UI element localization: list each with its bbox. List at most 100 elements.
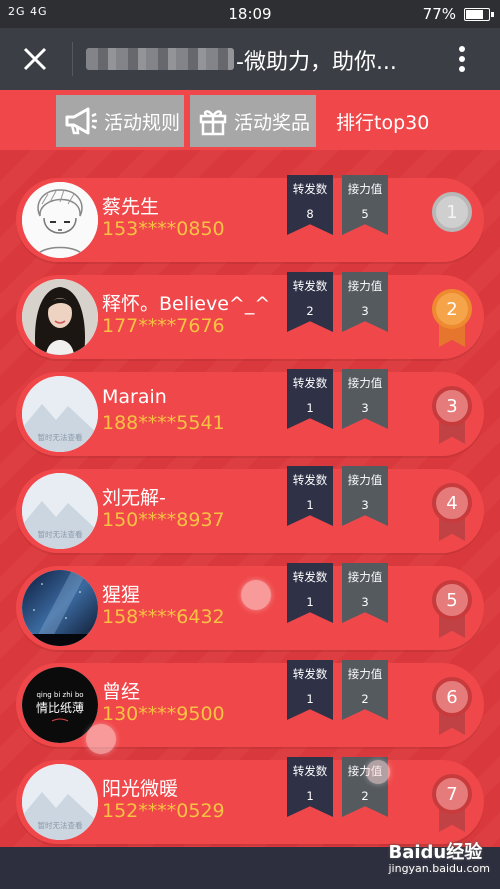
forward-label: 转发数 xyxy=(292,376,328,390)
user-name: 猩猩 xyxy=(102,584,141,606)
ranking-list: 蔡先生 153****0850 转发数 8 接力值 5 1 释怀。Believe… xyxy=(0,150,500,847)
status-bar: 2G 4G 18:09 77% xyxy=(0,0,500,28)
user-name: 释怀。Believe^_^ xyxy=(102,293,271,315)
avatar-placeholder-text: 暂时无法查看 xyxy=(38,820,83,830)
tab-ranking-label: 排行top30 xyxy=(336,111,430,134)
gift-icon xyxy=(199,110,227,136)
user-name: 蔡先生 xyxy=(102,196,160,218)
forward-count-badge: 转发数 1 xyxy=(287,757,333,817)
forward-count: 1 xyxy=(306,692,314,706)
avatar xyxy=(22,182,98,258)
power-value: 2 xyxy=(361,692,369,706)
power-label: 接力值 xyxy=(347,570,383,584)
more-icon[interactable] xyxy=(450,42,474,76)
user-phone: 153****0850 xyxy=(102,218,225,240)
forward-label: 转发数 xyxy=(292,279,328,293)
avatar: 暂时无法查看 xyxy=(22,764,98,840)
user-name: Marain xyxy=(102,386,167,408)
forward-count-badge: 转发数 8 xyxy=(287,175,333,235)
avatar-placeholder-text: 暂时无法查看 xyxy=(38,529,83,539)
forward-count: 2 xyxy=(306,304,314,318)
user-phone: 177****7676 xyxy=(102,315,225,337)
bubble-decoration xyxy=(366,760,390,784)
ranking-row[interactable]: 暂时无法查看 阳光微暖 152****0529 转发数 1 接力值 2 7 xyxy=(16,757,484,844)
rank-medal: 3 xyxy=(430,386,474,448)
user-name: 曾经 xyxy=(102,681,141,703)
ranking-row[interactable]: 蔡先生 153****0850 转发数 8 接力值 5 1 xyxy=(16,175,484,262)
avatar xyxy=(22,279,98,355)
page-title: -微助力，助你... xyxy=(236,50,397,75)
tab-prizes-label: 活动奖品 xyxy=(234,111,311,134)
medal-icon: 4 xyxy=(432,483,472,523)
medal-icon: 5 xyxy=(432,580,472,620)
forward-label: 转发数 xyxy=(292,182,328,196)
close-icon[interactable] xyxy=(18,42,52,76)
tab-bar: 活动规则 活动奖品 排行top30 xyxy=(0,90,500,150)
battery-icon xyxy=(464,8,494,21)
power-value: 2 xyxy=(361,789,369,803)
power-value: 3 xyxy=(361,595,369,609)
title-bar: -微助力，助你... xyxy=(0,28,500,90)
user-phone: 158****6432 xyxy=(102,606,225,628)
power-value-badge: 接力值 3 xyxy=(342,466,388,526)
avatar-placeholder-text: 暂时无法查看 xyxy=(38,432,83,442)
tab-prizes[interactable]: 活动奖品 xyxy=(190,95,316,147)
avatar-title: 情比纸薄 xyxy=(36,700,84,715)
medal-icon: 7 xyxy=(432,774,472,814)
rank-medal: 6 xyxy=(430,677,474,739)
power-label: 接力值 xyxy=(347,182,383,196)
user-phone: 188****5541 xyxy=(102,412,225,434)
rank-medal: 2 xyxy=(430,289,474,351)
forward-count: 8 xyxy=(306,207,314,221)
title-divider xyxy=(72,42,73,76)
battery-percent: 77% xyxy=(422,5,456,23)
rank-medal: 5 xyxy=(430,580,474,642)
forward-label: 转发数 xyxy=(292,667,328,681)
avatar xyxy=(22,570,98,646)
medal-icon: 2 xyxy=(432,289,472,329)
medal-icon: 3 xyxy=(432,386,472,426)
power-value-badge: 接力值 5 xyxy=(342,175,388,235)
power-label: 接力值 xyxy=(347,279,383,293)
tab-rules[interactable]: 活动规则 xyxy=(56,95,184,147)
power-value: 5 xyxy=(361,207,369,221)
user-phone: 150****8937 xyxy=(102,509,225,531)
forward-count: 1 xyxy=(306,789,314,803)
forward-count-badge: 转发数 1 xyxy=(287,466,333,526)
power-value: 3 xyxy=(361,304,369,318)
user-phone: 130****9500 xyxy=(102,703,225,725)
power-value-badge: 接力值 3 xyxy=(342,272,388,332)
rank-medal: 1 xyxy=(430,192,474,254)
tab-rules-label: 活动规则 xyxy=(104,111,181,134)
user-name: 阳光微暖 xyxy=(102,778,179,800)
forward-label: 转发数 xyxy=(292,570,328,584)
tab-ranking[interactable]: 排行top30 xyxy=(322,95,444,147)
bubble-decoration xyxy=(86,724,116,754)
medal-icon: 6 xyxy=(432,677,472,717)
power-value-badge: 接力值 3 xyxy=(342,369,388,429)
forward-count: 1 xyxy=(306,595,314,609)
ranking-row[interactable]: 暂时无法查看 Marain 188****5541 转发数 1 接力值 3 3 xyxy=(16,369,484,456)
forward-label: 转发数 xyxy=(292,764,328,778)
ranking-row[interactable]: 释怀。Believe^_^ 177****7676 转发数 2 接力值 3 2 xyxy=(16,272,484,359)
power-label: 接力值 xyxy=(347,667,383,681)
avatar: 暂时无法查看 xyxy=(22,376,98,452)
forward-count-badge: 转发数 1 xyxy=(287,369,333,429)
forward-count: 1 xyxy=(306,498,314,512)
rank-medal: 7 xyxy=(430,774,474,836)
power-value: 3 xyxy=(361,401,369,415)
power-value: 3 xyxy=(361,498,369,512)
ranking-row[interactable]: 暂时无法查看 刘无解- 150****8937 转发数 1 接力值 3 4 xyxy=(16,466,484,553)
forward-count-badge: 转发数 2 xyxy=(287,272,333,332)
power-label: 接力值 xyxy=(347,376,383,390)
blurred-title-prefix xyxy=(86,48,234,70)
bubble-decoration xyxy=(241,580,271,610)
forward-count: 1 xyxy=(306,401,314,415)
megaphone-icon xyxy=(65,107,97,135)
power-value-badge: 接力值 3 xyxy=(342,563,388,623)
watermark: Baidu经验 jingyan.baidu.com xyxy=(388,838,490,875)
power-label: 接力值 xyxy=(347,473,383,487)
watermark-brand: Baidu经验 xyxy=(388,842,483,863)
watermark-url: jingyan.baidu.com xyxy=(388,862,490,875)
rank-medal: 4 xyxy=(430,483,474,545)
